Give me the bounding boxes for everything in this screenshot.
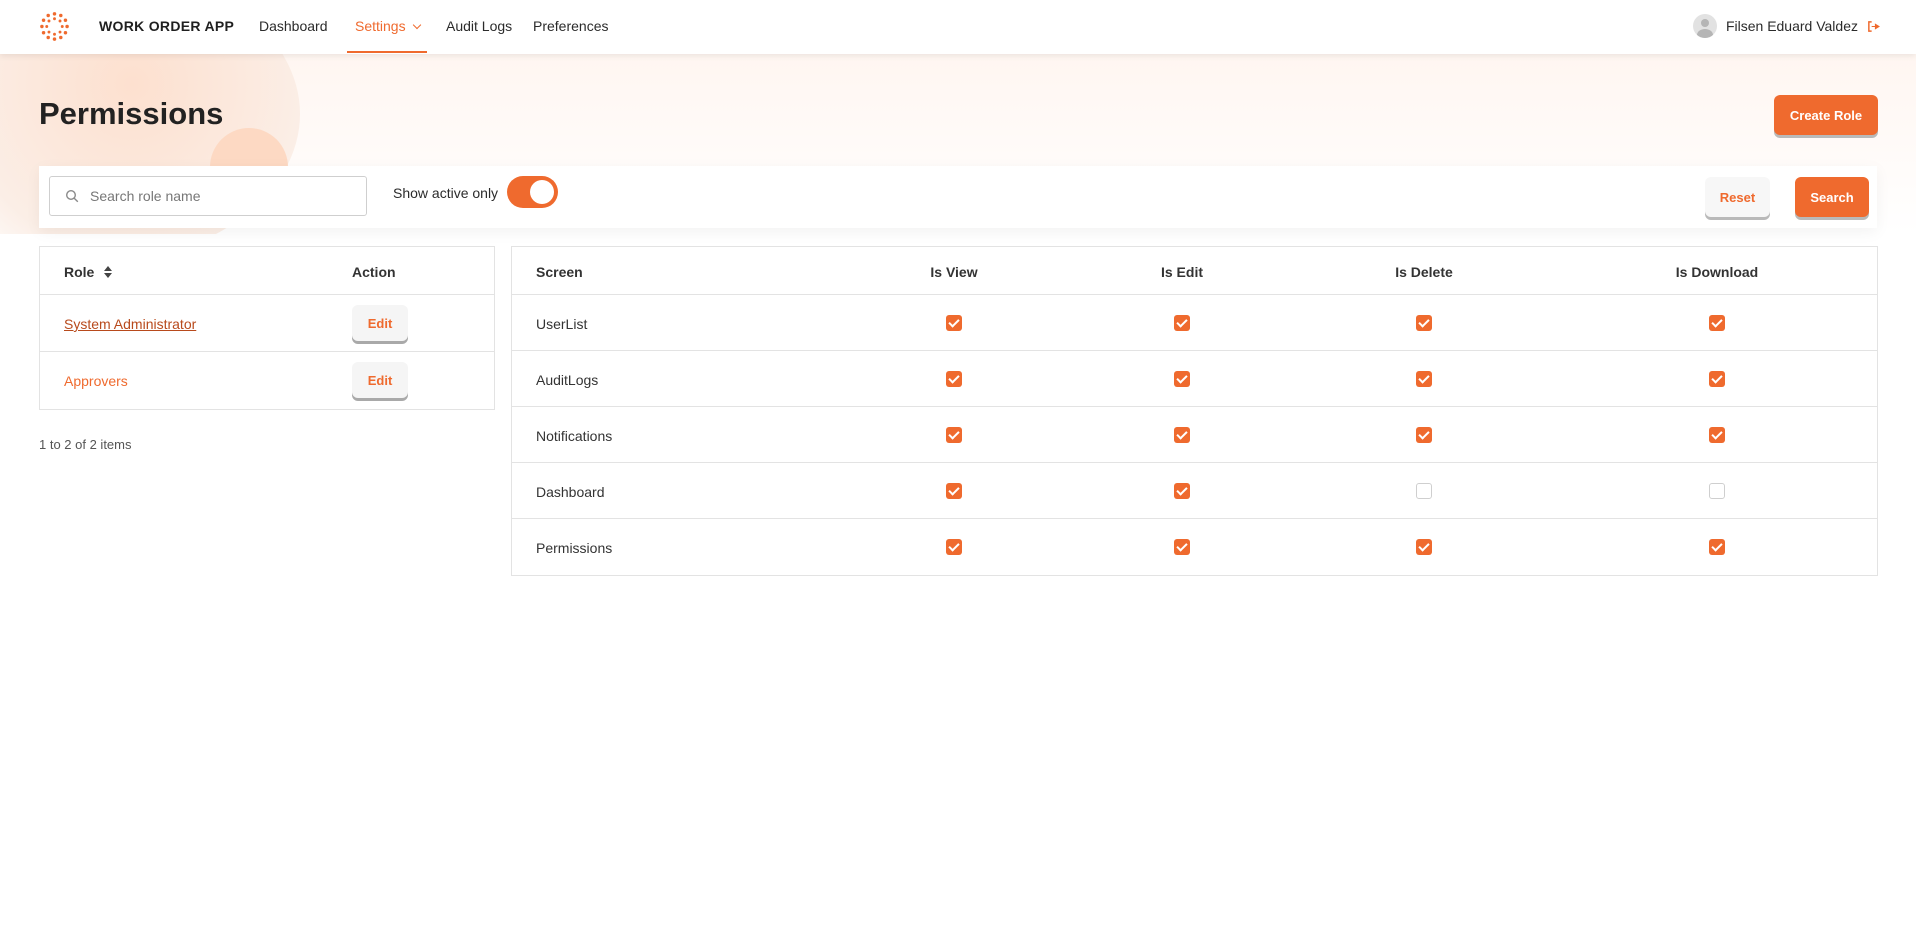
- is-delete-checkbox[interactable]: [1416, 315, 1432, 331]
- toggle-knob: [530, 180, 554, 204]
- nav-preferences[interactable]: Preferences: [533, 18, 608, 34]
- is-download-checkbox-cell: [1709, 315, 1725, 331]
- roles-table-header: Role Action: [40, 247, 494, 295]
- is-download-checkbox[interactable]: [1709, 371, 1725, 387]
- is-edit-checkbox[interactable]: [1174, 315, 1190, 331]
- nav-audit-logs[interactable]: Audit Logs: [446, 18, 512, 34]
- is-delete-column-header: Is Delete: [1395, 264, 1453, 280]
- is-delete-checkbox[interactable]: [1416, 539, 1432, 555]
- is-download-checkbox[interactable]: [1709, 315, 1725, 331]
- user-name[interactable]: Filsen Eduard Valdez: [1726, 18, 1858, 34]
- app-logo-icon[interactable]: [39, 11, 70, 42]
- app-name: WORK ORDER APP: [99, 18, 235, 34]
- is-view-checkbox[interactable]: [946, 539, 962, 555]
- search-icon: [65, 189, 79, 203]
- screen-name: AuditLogs: [536, 372, 599, 388]
- is-delete-checkbox[interactable]: [1416, 483, 1432, 499]
- is-delete-checkbox-cell: [1416, 427, 1432, 443]
- is-view-checkbox[interactable]: [946, 315, 962, 331]
- role-link-approvers[interactable]: Approvers: [64, 373, 128, 389]
- edit-role-button[interactable]: Edit: [352, 305, 408, 341]
- search-button[interactable]: Search: [1795, 177, 1869, 217]
- nav-dashboard[interactable]: Dashboard: [259, 18, 328, 34]
- logout-icon[interactable]: [1867, 20, 1880, 33]
- is-edit-checkbox-cell: [1174, 427, 1190, 443]
- is-edit-checkbox-cell: [1174, 539, 1190, 555]
- is-view-checkbox-cell: [946, 483, 962, 499]
- chevron-down-icon: [412, 20, 421, 30]
- is-edit-checkbox-cell: [1174, 371, 1190, 387]
- is-delete-checkbox[interactable]: [1416, 371, 1432, 387]
- role-column-label: Role: [64, 264, 95, 280]
- role-column-header[interactable]: Role: [64, 264, 113, 280]
- top-navbar: WORK ORDER APP Dashboard Settings Audit …: [0, 0, 1916, 54]
- is-view-checkbox-cell: [946, 315, 962, 331]
- table-row: Approvers Edit: [40, 352, 494, 409]
- show-active-toggle[interactable]: [507, 176, 558, 208]
- table-row: UserList: [512, 295, 1877, 351]
- is-edit-checkbox[interactable]: [1174, 539, 1190, 555]
- screen-name: Notifications: [536, 428, 613, 444]
- show-active-label: Show active only: [393, 185, 499, 201]
- permissions-table-body: UserList AuditLogs Notifications Dashboard P…: [512, 295, 1877, 575]
- is-download-checkbox-cell: [1709, 539, 1725, 555]
- table-row: Permissions: [512, 519, 1877, 575]
- sort-icon[interactable]: [104, 266, 113, 278]
- page-title: Permissions: [39, 96, 224, 131]
- table-row: Notifications: [512, 407, 1877, 463]
- table-row: Dashboard: [512, 463, 1877, 519]
- nav-settings-label: Settings: [355, 18, 406, 34]
- nav-active-indicator: [347, 51, 427, 53]
- is-view-checkbox[interactable]: [946, 371, 962, 387]
- search-input[interactable]: Search role name: [49, 176, 367, 216]
- screen-name: Permissions: [536, 540, 613, 556]
- is-edit-checkbox[interactable]: [1174, 427, 1190, 443]
- nav-settings[interactable]: Settings: [355, 18, 421, 34]
- is-view-checkbox-cell: [946, 539, 962, 555]
- is-view-checkbox-cell: [946, 427, 962, 443]
- is-download-checkbox[interactable]: [1709, 427, 1725, 443]
- is-view-column-header: Is View: [930, 264, 978, 280]
- is-view-checkbox[interactable]: [946, 483, 962, 499]
- is-download-column-header: Is Download: [1675, 264, 1759, 280]
- permissions-table-header: Screen Is View Is Edit Is Delete Is Down…: [512, 247, 1877, 295]
- is-delete-checkbox-cell: [1416, 315, 1432, 331]
- table-row: System Administrator Edit: [40, 295, 494, 352]
- is-delete-checkbox-cell: [1416, 483, 1432, 499]
- screen-column-header: Screen: [536, 264, 583, 280]
- screen-name: Dashboard: [536, 484, 605, 500]
- is-view-checkbox[interactable]: [946, 427, 962, 443]
- is-delete-checkbox[interactable]: [1416, 427, 1432, 443]
- is-delete-checkbox-cell: [1416, 539, 1432, 555]
- is-view-checkbox-cell: [946, 371, 962, 387]
- table-row: AuditLogs: [512, 351, 1877, 407]
- is-edit-checkbox-cell: [1174, 483, 1190, 499]
- is-download-checkbox-cell: [1709, 371, 1725, 387]
- is-edit-checkbox-cell: [1174, 315, 1190, 331]
- action-column-header: Action: [352, 264, 396, 280]
- search-placeholder: Search role name: [90, 188, 201, 204]
- is-download-checkbox[interactable]: [1709, 483, 1725, 499]
- is-edit-column-header: Is Edit: [1160, 264, 1204, 280]
- edit-role-button[interactable]: Edit: [352, 362, 408, 398]
- create-role-button[interactable]: Create Role: [1774, 95, 1878, 135]
- is-download-checkbox-cell: [1709, 483, 1725, 499]
- avatar[interactable]: [1692, 14, 1717, 38]
- is-edit-checkbox[interactable]: [1174, 483, 1190, 499]
- roles-table: Role Action System Administrator Edit Ap…: [39, 246, 495, 410]
- is-edit-checkbox[interactable]: [1174, 371, 1190, 387]
- permissions-table: Screen Is View Is Edit Is Delete Is Down…: [511, 246, 1878, 576]
- reset-button[interactable]: Reset: [1705, 177, 1770, 217]
- is-download-checkbox[interactable]: [1709, 539, 1725, 555]
- user-menu[interactable]: Filsen Eduard Valdez: [1692, 14, 1880, 38]
- screen-name: UserList: [536, 316, 588, 332]
- role-link-system-administrator[interactable]: System Administrator: [64, 316, 196, 332]
- is-delete-checkbox-cell: [1416, 371, 1432, 387]
- pagination-info: 1 to 2 of 2 items: [39, 437, 132, 452]
- is-download-checkbox-cell: [1709, 427, 1725, 443]
